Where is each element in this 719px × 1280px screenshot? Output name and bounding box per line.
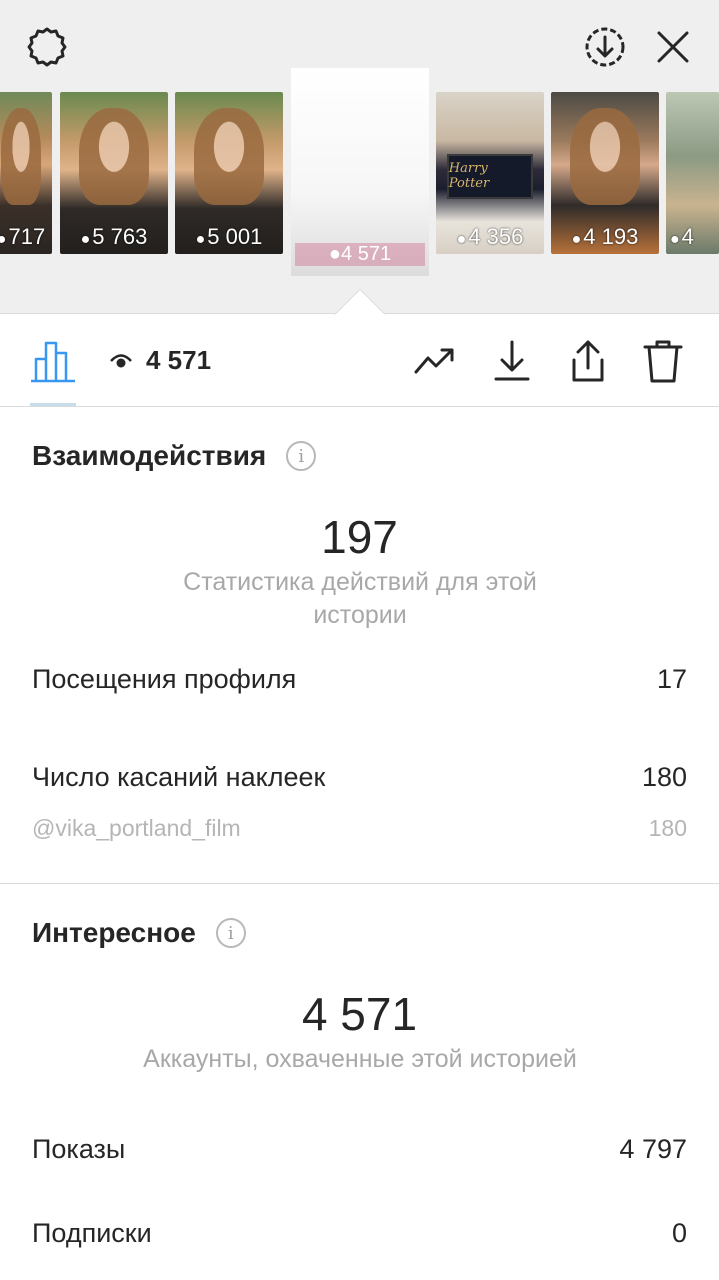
eye-icon: ● xyxy=(0,231,7,248)
thumbnail-photo xyxy=(79,108,149,206)
story-thumbnail[interactable]: ●4 xyxy=(666,92,719,254)
story-thumbnail[interactable]: Harry Potter ●4 356 xyxy=(436,92,544,254)
eye-icon: ● xyxy=(80,231,91,248)
selected-story-thumbnail[interactable]: ●4 571 xyxy=(291,68,429,276)
thumbnail-photo xyxy=(570,108,640,206)
interactions-title: Взаимодействия i xyxy=(32,440,317,472)
interactions-total: 197 xyxy=(321,511,398,563)
trash-icon[interactable] xyxy=(638,337,688,385)
thumbnail-photo xyxy=(194,108,264,206)
row-label: Посещения профиля xyxy=(32,664,297,694)
eye-icon xyxy=(110,353,132,367)
trending-icon[interactable] xyxy=(410,337,460,385)
share-icon[interactable] xyxy=(563,337,613,385)
story-thumbnail[interactable]: ●4 193 xyxy=(551,92,659,254)
thumbnail-views: 5 001 xyxy=(207,224,263,249)
story-thumbnail[interactable]: ●5 001 xyxy=(175,92,283,254)
selected-thumbnail-views: 4 571 xyxy=(341,243,392,265)
views-count: 4 571 xyxy=(146,345,212,375)
discovery-title: Интересное i xyxy=(32,917,246,949)
insights-toolbar: 4 571 xyxy=(0,315,719,407)
eye-icon: ● xyxy=(456,231,467,248)
sticker-taps-row: Число касаний наклеек 180 xyxy=(32,762,687,793)
info-icon[interactable]: i xyxy=(286,441,317,471)
eye-icon: ● xyxy=(571,231,582,248)
row-value: 4 797 xyxy=(619,1134,687,1164)
mention-value: 180 xyxy=(648,815,687,841)
row-label: Показы xyxy=(32,1134,126,1164)
thumbnail-views: 717 xyxy=(8,224,46,249)
sticker-mention-row[interactable]: @vika_portland_film 180 xyxy=(32,815,687,842)
thumbnail-views: 4 193 xyxy=(583,224,639,249)
row-label: Число касаний наклеек xyxy=(32,762,326,792)
thumbnail-photo xyxy=(1,108,41,206)
story-thumbnail[interactable]: ●717 xyxy=(0,92,52,254)
info-icon[interactable]: i xyxy=(215,918,246,948)
thumbnail-views: 4 xyxy=(681,224,694,249)
download-circle-icon[interactable] xyxy=(580,22,630,72)
thumbnail-views: 5 763 xyxy=(92,224,148,249)
eye-icon: ● xyxy=(328,243,342,265)
thumbnail-views: 4 356 xyxy=(468,224,524,249)
row-value: 180 xyxy=(641,762,687,792)
section-divider xyxy=(0,883,719,884)
eye-icon: ● xyxy=(195,231,206,248)
discovery-total: 4 571 xyxy=(301,988,418,1040)
impressions-row: Показы 4 797 xyxy=(32,1134,687,1165)
profile-visits-row: Посещения профиля 17 xyxy=(32,664,687,695)
discovery-caption: Аккаунты, охваченные этой историей xyxy=(143,1045,577,1073)
row-value: 0 xyxy=(671,1218,687,1248)
interactions-caption: Статистика действий для этой истории xyxy=(183,568,537,629)
active-tab-indicator xyxy=(30,403,76,406)
mention-label: @vika_portland_film xyxy=(32,815,241,841)
interactions-title-text: Взаимодействия xyxy=(32,440,267,471)
row-value: 17 xyxy=(656,664,687,694)
row-label: Подписки xyxy=(32,1218,152,1248)
discovery-title-text: Интересное xyxy=(32,917,196,948)
story-thumbnail[interactable]: ●5 763 xyxy=(60,92,168,254)
follows-row: Подписки 0 xyxy=(32,1218,687,1249)
story-strip-area: ●717 ●5 763 ●5 001 ●4 571 Harry Potter ●… xyxy=(0,0,719,314)
poster-image: Harry Potter xyxy=(446,153,534,199)
download-icon[interactable] xyxy=(487,337,537,385)
bar-chart-icon[interactable] xyxy=(28,337,78,383)
close-icon[interactable] xyxy=(648,22,698,72)
settings-gear-icon[interactable] xyxy=(22,22,72,72)
views-counter: 4 571 xyxy=(110,345,211,376)
eye-icon: ● xyxy=(670,231,680,248)
